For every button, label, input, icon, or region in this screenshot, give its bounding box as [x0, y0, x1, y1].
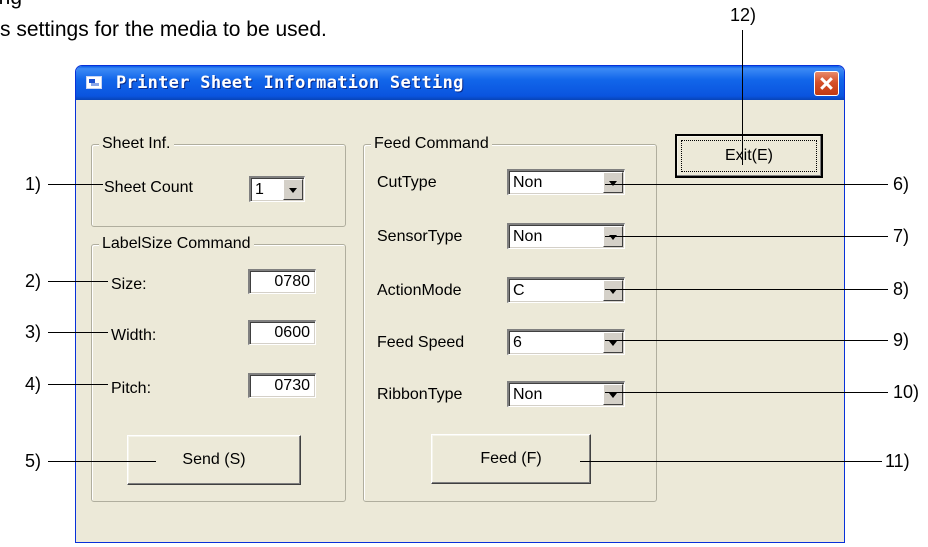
callout-6: 6) [893, 174, 910, 194]
chevron-down-icon[interactable] [603, 172, 623, 193]
window-title: Printer Sheet Information Setting [116, 73, 464, 93]
chevron-down-icon[interactable] [603, 332, 623, 353]
chevron-down-icon[interactable] [283, 179, 303, 200]
chevron-down-icon[interactable] [603, 384, 623, 405]
ribbon-type-label: RibbonType [377, 386, 463, 403]
feed-command-legend: Feed Command [371, 135, 492, 153]
printer-sheet-dialog: Printer Sheet Information Setting Sheet … [75, 65, 845, 543]
width-input[interactable]: 0600 [248, 320, 316, 345]
action-mode-select[interactable]: C [507, 277, 625, 303]
label-size-legend: LabelSize Command [99, 235, 254, 253]
leader-2 [48, 281, 108, 282]
send-button[interactable]: Send (S) [127, 435, 301, 485]
sheet-count-select[interactable]: 1 [249, 176, 305, 202]
ribbon-type-value: Non [513, 386, 543, 403]
sheet-count-value: 1 [255, 181, 264, 198]
title-bar[interactable]: Printer Sheet Information Setting [76, 66, 844, 100]
exit-button[interactable]: Exit(E) [675, 134, 823, 178]
cut-type-value: Non [513, 174, 543, 191]
callout-3: 3) [25, 322, 42, 342]
pitch-label: Pitch: [111, 380, 152, 397]
window-app-icon [86, 76, 102, 89]
callout-4: 4) [25, 374, 42, 394]
leader-4 [48, 384, 108, 385]
callout-7: 7) [893, 226, 910, 246]
close-icon[interactable] [814, 71, 839, 96]
feed-speed-label: Feed Speed [377, 334, 465, 351]
callout-9: 9) [893, 330, 910, 350]
leader-5 [48, 461, 156, 462]
callout-5: 5) [25, 451, 42, 471]
action-mode-value: C [513, 282, 525, 299]
chevron-down-icon[interactable] [603, 280, 623, 301]
callout-10: 10) [893, 382, 920, 402]
focus-rect [681, 140, 817, 172]
sensor-type-value: Non [513, 228, 543, 245]
feed-button[interactable]: Feed (F) [431, 434, 591, 484]
callout-1: 1) [25, 174, 42, 194]
leader-8 [605, 289, 888, 290]
cut-type-label: CutType [377, 174, 437, 191]
feed-speed-select[interactable]: 6 [507, 329, 625, 355]
feed-command-group: Feed Command CutType Non SensorType Non … [363, 135, 657, 502]
feed-speed-value: 6 [513, 334, 522, 351]
width-label: Width: [111, 327, 157, 344]
leader-10 [605, 392, 888, 393]
document-text-partial: ing [0, 0, 120, 10]
leader-9 [605, 340, 888, 341]
leader-6 [605, 184, 888, 185]
callout-2: 2) [25, 271, 42, 291]
ribbon-type-select[interactable]: Non [507, 381, 625, 407]
leader-3 [48, 332, 108, 333]
callout-8: 8) [893, 279, 910, 299]
size-input[interactable]: 0780 [248, 269, 316, 294]
callout-12: 12) [730, 5, 757, 25]
sheet-count-label: Sheet Count [104, 179, 193, 196]
size-label: Size: [111, 276, 147, 293]
leader-1 [48, 184, 103, 185]
callout-11: 11) [885, 451, 910, 471]
document-text: s settings for the media to be used. [0, 18, 327, 41]
leader-12 [742, 30, 743, 165]
leader-7 [605, 236, 888, 237]
label-size-group: LabelSize Command Size: 0780 Width: 0600… [91, 235, 346, 502]
sheet-inf-legend: Sheet Inf. [99, 135, 174, 153]
cut-type-select[interactable]: Non [507, 169, 625, 195]
action-mode-label: ActionMode [377, 282, 462, 299]
pitch-input[interactable]: 0730 [248, 373, 316, 398]
sheet-inf-group: Sheet Inf. Sheet Count 1 [91, 135, 346, 227]
leader-11 [580, 461, 882, 462]
sensor-type-label: SensorType [377, 228, 463, 245]
